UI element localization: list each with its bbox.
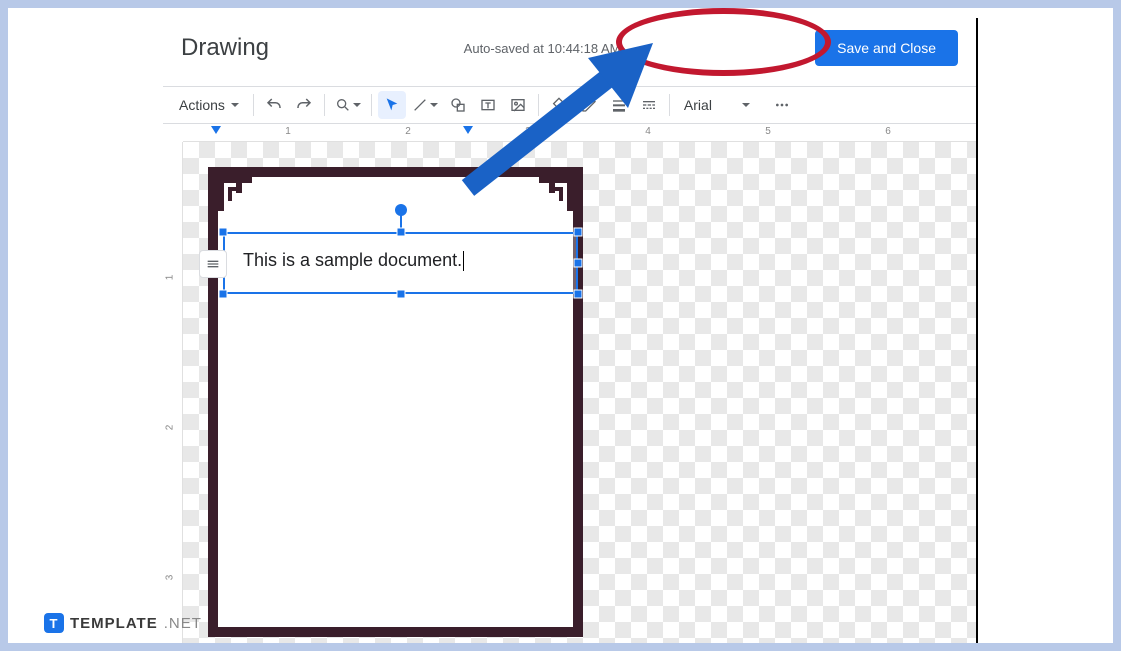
more-options-button[interactable] bbox=[768, 91, 796, 119]
ruler-tick-label: 6 bbox=[885, 126, 891, 137]
ruler-tick-label: 1 bbox=[164, 275, 175, 281]
chevron-down-icon bbox=[231, 103, 239, 107]
textbox-text: This is a sample document. bbox=[243, 250, 462, 270]
resize-handle-n[interactable] bbox=[396, 228, 405, 237]
text-cursor bbox=[463, 251, 464, 271]
toolbar-separator bbox=[669, 94, 670, 116]
shape-icon bbox=[450, 97, 466, 113]
toolbar-separator bbox=[253, 94, 254, 116]
textbox-tool-button[interactable] bbox=[474, 91, 502, 119]
toolbar-separator bbox=[538, 94, 539, 116]
resize-handle-s[interactable] bbox=[396, 290, 405, 299]
chevron-down-icon bbox=[742, 103, 750, 107]
resize-handle-ne[interactable] bbox=[574, 228, 583, 237]
template-net-logo-icon: T bbox=[44, 613, 64, 633]
more-icon bbox=[774, 97, 790, 113]
vertical-ruler[interactable]: 1 2 3 bbox=[163, 142, 183, 643]
rotation-handle[interactable] bbox=[395, 204, 407, 216]
font-family-select[interactable]: Arial bbox=[676, 97, 766, 113]
textbox-icon bbox=[480, 97, 496, 113]
border-dash-button[interactable] bbox=[635, 91, 663, 119]
drawing-dialog: Drawing Auto-saved at 10:44:18 AM Save a… bbox=[163, 18, 978, 643]
actions-label: Actions bbox=[179, 97, 225, 113]
image-icon bbox=[510, 97, 526, 113]
resize-handle-se[interactable] bbox=[574, 290, 583, 299]
line-weight-icon bbox=[611, 97, 627, 113]
canvas-area: 1 2 3 4 5 6 1 2 3 bbox=[163, 124, 976, 643]
frame-corner-decoration bbox=[539, 177, 573, 211]
zoom-button[interactable] bbox=[331, 91, 365, 119]
undo-button[interactable] bbox=[260, 91, 288, 119]
zoom-icon bbox=[335, 97, 351, 113]
undo-icon bbox=[265, 96, 283, 114]
resize-handle-sw[interactable] bbox=[219, 290, 228, 299]
select-tool-button[interactable] bbox=[378, 91, 406, 119]
watermark-suffix: .NET bbox=[164, 615, 202, 632]
line-dash-icon bbox=[641, 97, 657, 113]
redo-icon bbox=[295, 96, 313, 114]
resize-handle-nw[interactable] bbox=[219, 228, 228, 237]
ruler-tick-label: 3 bbox=[164, 575, 175, 581]
toolbar-separator bbox=[371, 94, 372, 116]
drawing-canvas[interactable]: This is a sample document. bbox=[183, 142, 976, 643]
save-and-close-button[interactable]: Save and Close bbox=[815, 30, 958, 66]
redo-button[interactable] bbox=[290, 91, 318, 119]
dialog-header: Drawing Auto-saved at 10:44:18 AM Save a… bbox=[163, 18, 976, 86]
horizontal-ruler[interactable]: 1 2 3 4 5 6 bbox=[183, 124, 976, 142]
watermark-brand: TEMPLATE bbox=[70, 615, 158, 632]
ruler-tick-label: 5 bbox=[765, 126, 771, 137]
ruler-tick-label: 2 bbox=[405, 126, 411, 137]
line-icon bbox=[412, 97, 428, 113]
font-family-label: Arial bbox=[684, 97, 712, 113]
drawing-toolbar: Actions bbox=[163, 86, 976, 124]
pencil-icon bbox=[581, 97, 597, 113]
image-tool-button[interactable] bbox=[504, 91, 532, 119]
toolbar-separator bbox=[324, 94, 325, 116]
textbox-content[interactable]: This is a sample document. bbox=[243, 250, 464, 271]
ruler-tick-label: 1 bbox=[285, 126, 291, 137]
template-net-watermark: T TEMPLATE .NET bbox=[44, 613, 202, 633]
textbox-drag-handle[interactable] bbox=[199, 250, 227, 278]
drag-icon bbox=[205, 256, 221, 272]
chevron-down-icon bbox=[430, 103, 438, 107]
chevron-down-icon bbox=[353, 103, 361, 107]
border-color-button[interactable] bbox=[575, 91, 603, 119]
fill-color-button[interactable] bbox=[545, 91, 573, 119]
ruler-margin-handle[interactable] bbox=[211, 126, 221, 134]
autosave-status: Auto-saved at 10:44:18 AM bbox=[464, 41, 621, 56]
ruler-tick-label: 3 bbox=[525, 126, 531, 137]
actions-menu-button[interactable]: Actions bbox=[171, 91, 247, 119]
dialog-title: Drawing bbox=[181, 34, 269, 62]
line-tool-button[interactable] bbox=[408, 91, 442, 119]
paint-bucket-icon bbox=[551, 97, 567, 113]
shape-tool-button[interactable] bbox=[444, 91, 472, 119]
resize-handle-e[interactable] bbox=[574, 259, 583, 268]
border-weight-button[interactable] bbox=[605, 91, 633, 119]
ruler-margin-handle[interactable] bbox=[463, 126, 473, 134]
ruler-tick-label: 4 bbox=[645, 126, 651, 137]
selected-textbox[interactable]: This is a sample document. bbox=[223, 232, 578, 294]
cursor-icon bbox=[384, 97, 400, 113]
frame-corner-decoration bbox=[218, 177, 252, 211]
ruler-tick-label: 2 bbox=[164, 425, 175, 431]
